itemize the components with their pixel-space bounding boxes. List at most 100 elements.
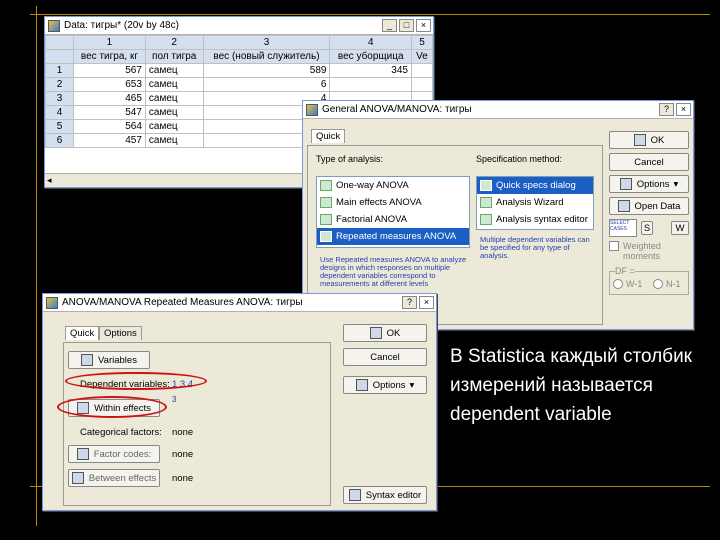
factor-codes-icon	[76, 448, 89, 460]
col-header[interactable]: пол тигра	[144, 49, 204, 64]
df-label: DF =	[615, 266, 635, 276]
wizard-icon	[480, 197, 492, 208]
anova-icon	[306, 103, 318, 116]
options-button[interactable]: Options ▾	[609, 175, 689, 193]
cell[interactable]: 653	[73, 77, 146, 92]
cell[interactable]: 547	[73, 105, 146, 120]
cell[interactable]: самец	[144, 91, 204, 106]
oneway-icon	[320, 180, 332, 191]
cell[interactable]: 564	[73, 119, 146, 134]
col-header[interactable]: вес уборщица	[329, 49, 412, 64]
table-row: 2 653 самец 6	[45, 77, 434, 92]
row-number[interactable]: 6	[45, 133, 74, 148]
list-item-label: Main effects ANOVA	[336, 197, 422, 208]
cell[interactable]: 465	[73, 91, 146, 106]
cell[interactable]: самец	[144, 105, 204, 120]
list-item-selected[interactable]: Quick specs dialog	[477, 177, 593, 194]
repeated-measures-title: ANOVA/MANOVA Repeated Measures ANOVA: ти…	[62, 297, 303, 308]
col-header[interactable]: вес тигра, кг	[73, 49, 146, 64]
list-item-selected[interactable]: Repeated measures ANOVA	[317, 228, 469, 245]
cell[interactable]: 345	[329, 63, 412, 78]
repeated-measures-icon	[320, 231, 332, 242]
cell[interactable]: 589	[202, 63, 331, 78]
help-button[interactable]: ?	[659, 103, 674, 116]
cell[interactable]	[329, 77, 412, 92]
factor-codes-button[interactable]: Factor codes:	[68, 445, 160, 463]
list-item[interactable]: Main effects ANOVA	[317, 194, 469, 211]
list-item[interactable]: Factorial ANOVA	[317, 211, 469, 228]
row-number[interactable]: 5	[45, 119, 74, 134]
ok-button[interactable]: OK	[343, 324, 427, 342]
within-effects-highlight	[57, 396, 167, 418]
list-item[interactable]: Analysis syntax editor	[477, 211, 593, 228]
n1-radio[interactable]	[653, 279, 663, 289]
list-item[interactable]: Analysis Wizard	[477, 194, 593, 211]
variables-icon	[81, 354, 94, 366]
list-item-label: Quick specs dialog	[496, 180, 576, 191]
cell[interactable]	[410, 77, 434, 92]
dropdown-arrow-icon: ▾	[409, 379, 415, 391]
list-item-label: Repeated measures ANOVA	[336, 231, 457, 242]
cell[interactable]: 567	[73, 63, 146, 78]
ok-icon	[369, 327, 382, 339]
col-number[interactable]: 1	[73, 35, 146, 50]
list-item-label: Analysis Wizard	[496, 197, 564, 208]
options-button[interactable]: Options ▾	[343, 376, 427, 394]
n1-label: N-1	[666, 279, 681, 289]
col-header[interactable]: вес (новый служитель)	[202, 49, 331, 64]
s-button[interactable]: S	[641, 221, 653, 235]
list-item-label: One-way ANOVA	[336, 180, 409, 191]
select-cases-button[interactable]: SELECT CASES	[609, 219, 637, 237]
open-data-button[interactable]: Open Data	[609, 197, 689, 215]
data-window-titlebar: Data: тигры* (20v by 48c) _ □ ×	[45, 17, 433, 35]
quick-specs-icon	[480, 180, 492, 191]
variables-button[interactable]: Variables	[68, 351, 150, 369]
w1-radio[interactable]	[613, 279, 623, 289]
col-number[interactable]: 3	[202, 35, 331, 50]
w-button[interactable]: W	[671, 221, 689, 235]
tab-quick[interactable]: Quick	[65, 326, 100, 340]
help-button[interactable]: ?	[402, 296, 417, 309]
close-button[interactable]: ×	[419, 296, 434, 309]
list-item[interactable]: One-way ANOVA	[317, 177, 469, 194]
col-number[interactable]: 5	[410, 35, 434, 50]
row-number[interactable]: 1	[45, 63, 74, 78]
syntax-editor-button[interactable]: Syntax editor	[343, 486, 427, 504]
main-effects-icon	[320, 197, 332, 208]
ok-button[interactable]: OK	[609, 131, 689, 149]
cell[interactable]: самец	[144, 133, 204, 148]
cell[interactable]: самец	[144, 63, 204, 78]
close-button[interactable]: ×	[416, 19, 431, 32]
cell[interactable]	[410, 63, 434, 78]
col-number[interactable]: 2	[144, 35, 204, 50]
close-button[interactable]: ×	[676, 103, 691, 116]
spreadsheet-icon	[48, 19, 60, 32]
row-number[interactable]: 4	[45, 105, 74, 120]
w1-label: W-1	[626, 279, 643, 289]
open-data-label: Open Data	[634, 200, 681, 212]
col-number[interactable]: 4	[329, 35, 412, 50]
minimize-button[interactable]: _	[382, 19, 397, 32]
row-number[interactable]: 2	[45, 77, 74, 92]
specification-method-label: Specification method:	[476, 154, 563, 164]
scroll-left-icon[interactable]: ◂	[47, 175, 52, 186]
between-effects-value: none	[172, 473, 194, 484]
between-effects-button[interactable]: Between effects	[68, 469, 160, 487]
factor-codes-value: none	[172, 449, 194, 460]
cell[interactable]: 457	[73, 133, 146, 148]
col-header[interactable]: Ve	[410, 49, 434, 64]
cancel-button[interactable]: Cancel	[609, 153, 689, 171]
tab-quick[interactable]: Quick	[311, 129, 346, 143]
maximize-button[interactable]: □	[399, 19, 414, 32]
decor-line-left	[36, 6, 37, 526]
analysis-description: Use Repeated measures ANOVA to analyze d…	[320, 255, 467, 288]
weighted-moments-checkbox[interactable]	[609, 241, 619, 251]
cancel-button[interactable]: Cancel	[343, 348, 427, 366]
cell[interactable]: самец	[144, 119, 204, 134]
cell[interactable]: 6	[202, 77, 331, 92]
tab-options[interactable]: Options	[99, 326, 142, 340]
list-item-label: Analysis syntax editor	[496, 214, 588, 225]
row-number[interactable]: 3	[45, 91, 74, 106]
syntax-editor-label: Syntax editor	[365, 489, 422, 501]
cell[interactable]: самец	[144, 77, 204, 92]
